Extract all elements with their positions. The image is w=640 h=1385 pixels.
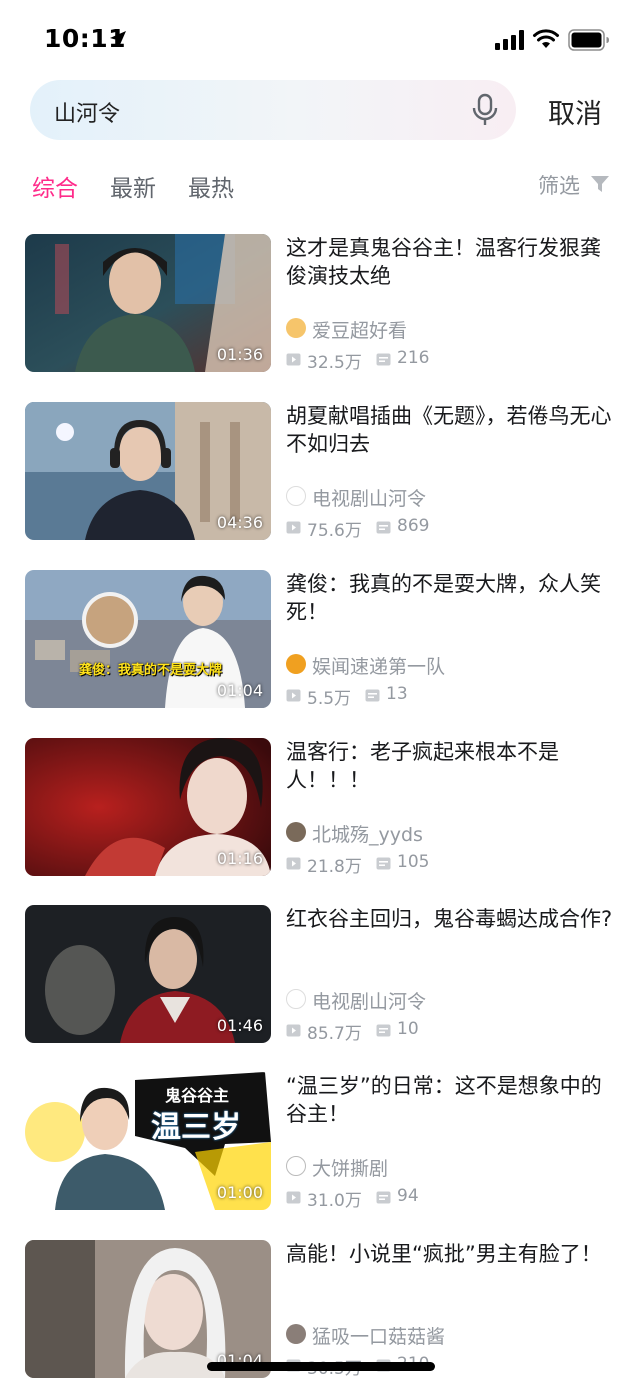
play-count-icon <box>286 857 301 870</box>
danmaku-count-icon <box>376 857 391 870</box>
video-duration: 01:00 <box>216 1183 263 1202</box>
list-item[interactable]: 01:16 温客行：老子疯起来根本不是人！！！ 北城殇_yyds 21.8万 1… <box>0 738 640 878</box>
video-thumbnail[interactable]: 04:36 <box>25 402 271 540</box>
author-avatar <box>286 1156 306 1176</box>
author-name[interactable]: 电视剧山河令 <box>312 484 426 511</box>
cancel-button[interactable]: 取消 <box>548 92 602 131</box>
home-indicator[interactable] <box>207 1362 435 1371</box>
view-count: 5.5万 <box>307 689 352 709</box>
view-count: 21.8万 <box>307 857 362 877</box>
view-count: 32.5万 <box>307 353 362 373</box>
video-thumbnail[interactable]: 龚俊：我真的不是耍大牌 01:04 <box>25 570 271 708</box>
video-duration: 01:04 <box>216 681 263 700</box>
video-title[interactable]: 胡夏献唱插曲《无题》，若倦鸟无心不如归去 <box>286 402 616 458</box>
video-title[interactable]: “温三岁”的日常：这不是想象中的谷主！ <box>286 1072 616 1128</box>
video-title[interactable]: 温客行：老子疯起来根本不是人！！！ <box>286 738 616 794</box>
list-item[interactable]: 01:46 红衣谷主回归，鬼谷毒蝎达成合作? 电视剧山河令 85.7万 10 <box>0 905 640 1045</box>
video-duration: 01:16 <box>216 849 263 868</box>
search-box[interactable]: 山河令 <box>30 80 516 140</box>
danmaku-count-icon <box>376 521 391 534</box>
list-item[interactable]: 01:36 这才是真鬼谷谷主！温客行发狠龚俊演技太绝 爱豆超好看 32.5万 2… <box>0 234 640 374</box>
danmaku-count: 13 <box>386 684 408 704</box>
list-item[interactable]: 龚俊：我真的不是耍大牌 01:04 龚俊：我真的不是耍大牌，众人笑死！ 娱闻速递… <box>0 570 640 710</box>
video-thumbnail[interactable]: 01:16 <box>25 738 271 876</box>
author-avatar <box>286 989 306 1009</box>
video-title[interactable]: 这才是真鬼谷谷主！温客行发狠龚俊演技太绝 <box>286 234 616 290</box>
filter-funnel-icon[interactable] <box>590 174 610 194</box>
danmaku-count: 105 <box>397 852 430 872</box>
video-title[interactable]: 高能！小说里“疯批”男主有脸了！ <box>286 1240 616 1268</box>
video-duration: 01:36 <box>216 345 263 364</box>
author-avatar <box>286 1324 306 1344</box>
play-count-icon <box>286 521 301 534</box>
play-count-icon <box>286 1191 301 1204</box>
author-avatar <box>286 654 306 674</box>
video-thumbnail[interactable]: 01:46 <box>25 905 271 1043</box>
video-duration: 01:46 <box>216 1016 263 1035</box>
danmaku-count-icon <box>365 689 380 702</box>
play-count-icon <box>286 353 301 366</box>
play-count-icon <box>286 689 301 702</box>
danmaku-count: 216 <box>397 348 430 368</box>
danmaku-count: 10 <box>397 1019 419 1039</box>
thumbnail-caption: 温三岁 <box>151 1110 241 1145</box>
microphone-icon[interactable] <box>470 93 500 127</box>
author-name[interactable]: 电视剧山河令 <box>312 987 426 1014</box>
video-thumbnail[interactable]: 鬼谷谷主 温三岁 01:00 <box>25 1072 271 1210</box>
search-input[interactable]: 山河令 <box>54 96 120 128</box>
wifi-icon <box>533 29 559 48</box>
author-name[interactable]: 爱豆超好看 <box>312 316 407 343</box>
filter-tabs: 综合 最新 最热 筛选 <box>0 165 640 205</box>
video-thumbnail[interactable]: 01:04 <box>25 1240 271 1378</box>
danmaku-count-icon <box>376 1191 391 1204</box>
author-name[interactable]: 猛吸一口菇菇酱 <box>312 1322 445 1349</box>
filter-button[interactable]: 筛选 <box>538 170 580 200</box>
cellular-signal-icon <box>495 30 524 50</box>
author-name[interactable]: 北城殇_yyds <box>312 820 423 847</box>
video-title[interactable]: 红衣谷主回归，鬼谷毒蝎达成合作? <box>286 905 616 933</box>
author-avatar <box>286 318 306 338</box>
view-count: 31.0万 <box>307 1191 362 1211</box>
author-avatar <box>286 822 306 842</box>
play-count-icon <box>286 1024 301 1037</box>
video-thumbnail[interactable]: 01:36 <box>25 234 271 372</box>
list-item[interactable]: 鬼谷谷主 温三岁 01:00 “温三岁”的日常：这不是想象中的谷主！ 大饼撕剧 … <box>0 1072 640 1212</box>
location-arrow-icon <box>110 31 126 47</box>
danmaku-count: 94 <box>397 1186 419 1206</box>
status-bar: 10:11 <box>0 0 640 80</box>
tab-comprehensive[interactable]: 综合 <box>32 169 78 203</box>
danmaku-count-icon <box>376 353 391 366</box>
danmaku-count: 869 <box>397 516 430 536</box>
search-row: 山河令 取消 <box>0 80 640 140</box>
view-count: 85.7万 <box>307 1024 362 1044</box>
author-name[interactable]: 娱闻速递第一队 <box>312 652 445 679</box>
video-duration: 04:36 <box>216 513 263 532</box>
tab-latest[interactable]: 最新 <box>110 169 156 203</box>
list-item[interactable]: 04:36 胡夏献唱插曲《无题》，若倦鸟无心不如归去 电视剧山河令 75.6万 … <box>0 402 640 542</box>
battery-icon <box>568 29 609 51</box>
tab-hottest[interactable]: 最热 <box>188 169 234 203</box>
author-name[interactable]: 大饼撕剧 <box>312 1154 388 1181</box>
view-count: 75.6万 <box>307 521 362 541</box>
thumbnail-caption: 龚俊：我真的不是耍大牌 <box>79 663 223 678</box>
list-item[interactable]: 01:04 高能！小说里“疯批”男主有脸了！ 猛吸一口菇菇酱 30.5万 210 <box>0 1240 640 1380</box>
author-avatar <box>286 486 306 506</box>
video-title[interactable]: 龚俊：我真的不是耍大牌，众人笑死！ <box>286 570 616 626</box>
danmaku-count-icon <box>376 1024 391 1037</box>
